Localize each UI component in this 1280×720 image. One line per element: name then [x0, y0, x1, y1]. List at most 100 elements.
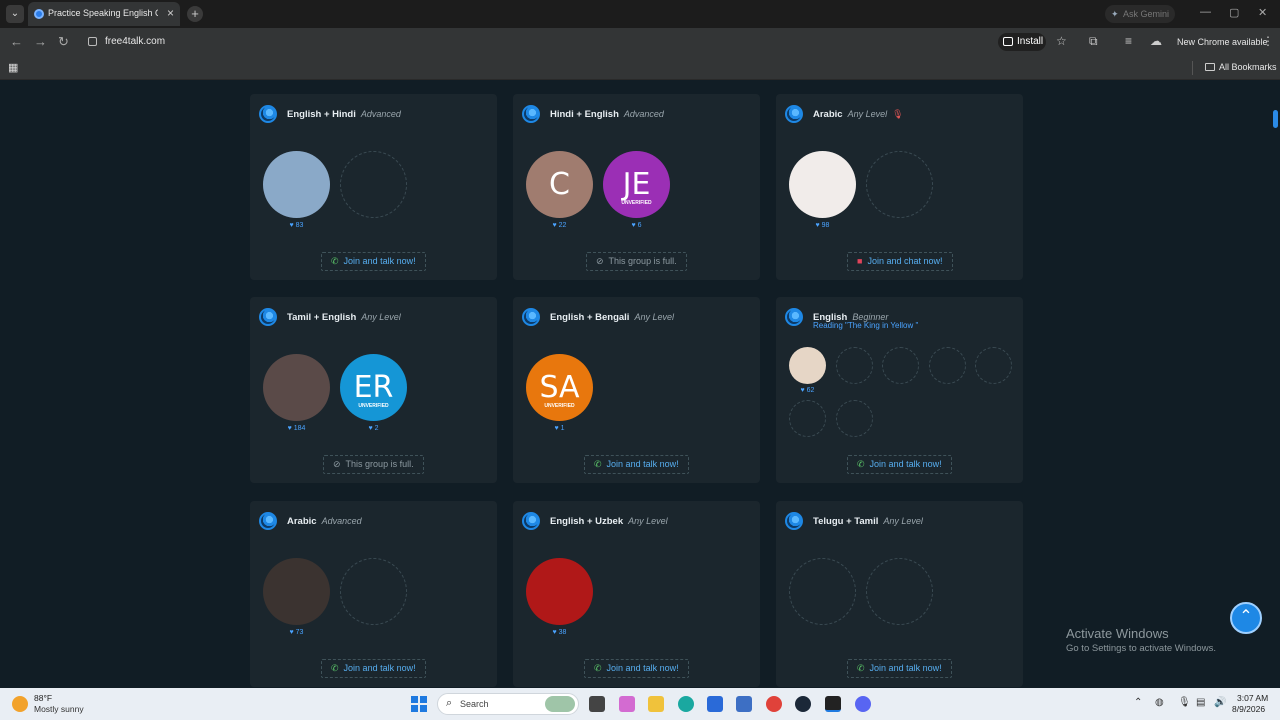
empty-seat[interactable]: [340, 151, 407, 218]
join-room-button[interactable]: ✆ Join and talk now!: [847, 659, 952, 678]
steam-icon[interactable]: [795, 696, 811, 712]
empty-seat-circle: [882, 347, 919, 384]
join-room-button[interactable]: ✆ Join and talk now!: [584, 455, 689, 474]
maximize-button[interactable]: ▢: [1229, 6, 1239, 19]
likes-count: 98: [821, 222, 830, 229]
member-seat: SA UNVERIFIED ♥ 1: [526, 354, 593, 432]
minimize-button[interactable]: —: [1200, 6, 1211, 18]
apps-grid-icon[interactable]: ▦: [8, 61, 18, 74]
copilot-icon[interactable]: [619, 696, 635, 712]
all-bookmarks-button[interactable]: All Bookmarks: [1205, 62, 1277, 72]
likes-count: 62: [806, 387, 815, 394]
room-card[interactable]: English Beginner Reading "The King in Yell…: [776, 297, 1023, 483]
task-view-icon[interactable]: [589, 696, 605, 712]
site-info-icon[interactable]: [88, 37, 97, 46]
empty-seat[interactable]: [928, 347, 966, 384]
avatar[interactable]: C: [526, 151, 593, 218]
avatar[interactable]: [263, 151, 330, 218]
join-room-button[interactable]: ✆ Join and talk now!: [321, 659, 426, 678]
new-chrome-available-button[interactable]: New Chrome available: [1177, 37, 1268, 47]
chat-icon: ■: [857, 256, 863, 266]
tab-search-button[interactable]: ⌄: [6, 5, 24, 23]
volume-icon[interactable]: 🔊: [1214, 697, 1226, 708]
close-window-button[interactable]: ✕: [1258, 6, 1267, 19]
start-button[interactable]: [411, 696, 427, 712]
edge-icon[interactable]: [678, 696, 694, 712]
weather-temperature[interactable]: 88°F: [34, 693, 52, 703]
empty-seat[interactable]: [789, 558, 856, 625]
reload-icon[interactable]: ↻: [58, 34, 69, 50]
member-seat: ♥ 62: [789, 347, 826, 394]
url-field[interactable]: free4talk.com: [105, 36, 165, 47]
member-seat: ♥ 38: [526, 558, 593, 636]
empty-seat[interactable]: [835, 347, 873, 384]
ask-gemini-button[interactable]: ✦ Ask Gemini: [1105, 5, 1175, 23]
group-full-button[interactable]: ⊘ This group is full.: [586, 252, 687, 271]
back-icon[interactable]: ←: [10, 34, 23, 49]
avatar[interactable]: [263, 354, 330, 421]
avatar[interactable]: JE UNVERIFIED: [603, 151, 670, 218]
outlook-icon[interactable]: [736, 696, 752, 712]
discord-icon[interactable]: [855, 696, 871, 712]
install-icon: [1003, 37, 1013, 46]
avatar[interactable]: [789, 347, 826, 384]
forward-icon[interactable]: →: [34, 34, 47, 49]
tab-close-icon[interactable]: ×: [167, 6, 174, 20]
bookmark-star-icon[interactable]: ☆: [1056, 34, 1067, 48]
clock-date[interactable]: 8/9/2026: [1232, 704, 1265, 714]
empty-seat[interactable]: [882, 347, 919, 384]
room-card[interactable]: Arabic Any Level 🎙 ♥ 98 ■ Join and chat now!: [776, 94, 1023, 280]
free4talk-logo-icon: [785, 308, 803, 326]
cloud-icon[interactable]: ☁: [1150, 34, 1162, 48]
join-room-button[interactable]: ✆ Join and talk now!: [584, 659, 689, 678]
install-button[interactable]: Install: [998, 33, 1046, 51]
clock-time[interactable]: 3:07 AM: [1237, 693, 1268, 703]
room-card[interactable]: Hindi + English Advanced C ♥ 22 JE UNVERIFIED…: [513, 94, 760, 280]
chrome-icon[interactable]: [766, 696, 782, 712]
microsoft-store-icon[interactable]: [707, 696, 723, 712]
microphone-icon[interactable]: 🎙: [1178, 697, 1191, 708]
empty-seat[interactable]: [835, 400, 873, 437]
room-card[interactable]: English + Bengali Any Level SA UNVERIFIED ♥ …: [513, 297, 760, 483]
room-card[interactable]: Tamil + English Any Level ♥ 184 ER UNVERIFIE…: [250, 297, 497, 483]
avatar[interactable]: [789, 151, 856, 218]
empty-seat[interactable]: [866, 558, 933, 625]
room-card[interactable]: Telugu + Tamil Any Level ✆ Join and talk no…: [776, 501, 1023, 687]
file-explorer-icon[interactable]: [648, 696, 664, 712]
security-icon[interactable]: ◍: [1155, 697, 1164, 708]
room-card[interactable]: Arabic Advanced ♥ 73 ✆ Join and talk now!: [250, 501, 497, 687]
avatar[interactable]: ER UNVERIFIED: [340, 354, 407, 421]
scrollbar-thumb[interactable]: [1273, 110, 1278, 128]
room-card[interactable]: English + Hindi Advanced ♥ 83 ✆ Join and tal…: [250, 94, 497, 280]
taskbar-search[interactable]: ⌕ Search: [437, 693, 579, 715]
join-room-button[interactable]: ✆ Join and talk now!: [321, 252, 426, 271]
avatar[interactable]: [526, 558, 593, 625]
empty-seat[interactable]: [340, 558, 407, 625]
new-tab-button[interactable]: +: [187, 6, 203, 22]
extensions-icon[interactable]: ⧉: [1089, 34, 1098, 49]
join-room-button[interactable]: ■ Join and chat now!: [847, 252, 953, 271]
weather-condition[interactable]: Mostly sunny: [34, 704, 84, 714]
empty-seat[interactable]: [789, 400, 826, 437]
empty-seat-circle: [835, 347, 873, 384]
member-seat: ER UNVERIFIED ♥ 2: [340, 354, 407, 432]
menu-kebab-icon[interactable]: ⋮: [1262, 34, 1274, 48]
show-hidden-icons-icon[interactable]: ⌃: [1134, 697, 1142, 708]
unverified-badge: UNVERIFIED: [358, 403, 389, 409]
reading-list-icon[interactable]: ≡: [1125, 34, 1132, 48]
network-icon[interactable]: ▤: [1196, 697, 1205, 708]
active-tab[interactable]: Practice Speaking English Onlin ×: [28, 2, 180, 26]
join-room-button[interactable]: ✆ Join and talk now!: [847, 455, 952, 474]
room-language: English + Uzbek: [550, 515, 624, 527]
avatar[interactable]: [263, 558, 330, 625]
active-app-icon[interactable]: [825, 696, 841, 712]
weather-sun-icon[interactable]: [12, 696, 28, 712]
group-full-button[interactable]: ⊘ This group is full.: [323, 455, 424, 474]
room-language: Arabic: [813, 108, 843, 120]
scroll-to-top-button[interactable]: ⌃: [1230, 602, 1262, 634]
site-favicon-icon: [34, 9, 44, 19]
avatar[interactable]: SA UNVERIFIED: [526, 354, 593, 421]
empty-seat[interactable]: [866, 151, 933, 218]
room-card[interactable]: English + Uzbek Any Level ♥ 38 ✆ Join and ta…: [513, 501, 760, 687]
empty-seat[interactable]: [975, 347, 1012, 384]
